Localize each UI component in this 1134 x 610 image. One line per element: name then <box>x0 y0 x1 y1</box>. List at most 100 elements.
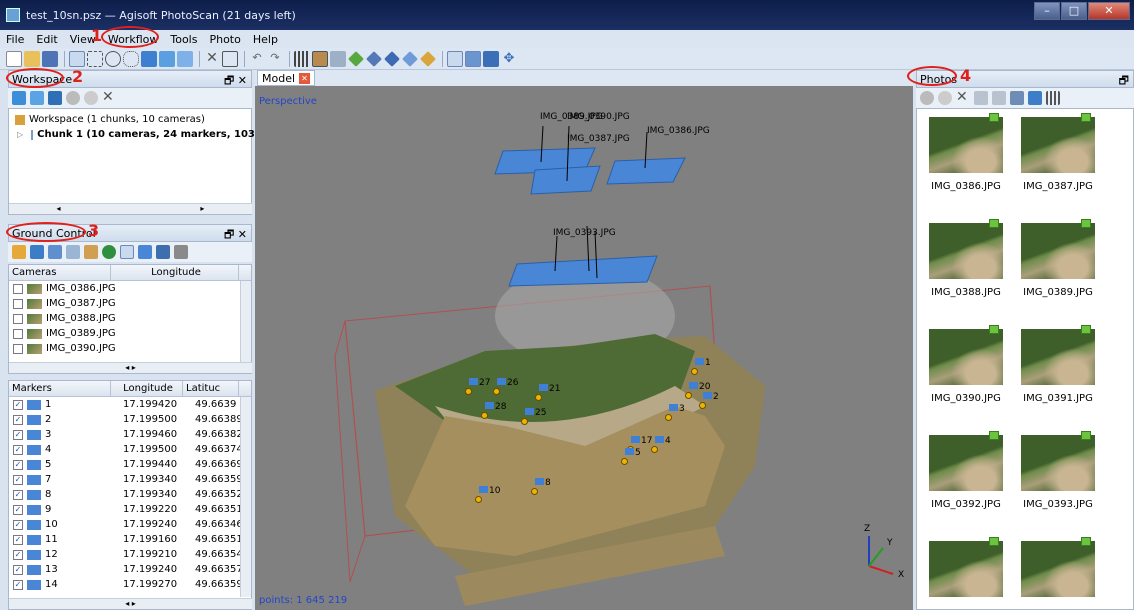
view-estimated-icon[interactable] <box>120 245 134 259</box>
wireframe-icon[interactable] <box>330 50 346 67</box>
marker-checkbox[interactable]: ✓ <box>13 564 23 575</box>
show-cameras-icon[interactable] <box>447 50 463 67</box>
resize-region-icon[interactable] <box>177 50 193 67</box>
marker-checkbox[interactable]: ✓ <box>13 549 23 560</box>
cameras-hscroll[interactable]: ◂ ▸ <box>9 362 252 373</box>
camera-checkbox[interactable] <box>13 298 23 309</box>
camera-checkbox[interactable] <box>13 343 23 354</box>
crop-selection-icon[interactable] <box>222 50 238 67</box>
photo-thumbnail[interactable] <box>929 219 1003 279</box>
markers-vscroll[interactable] <box>240 397 251 597</box>
marker-row[interactable]: ✓ 11 17.199160 49.66351 <box>9 532 251 547</box>
marker-checkbox[interactable]: ✓ <box>13 504 23 515</box>
camera-row[interactable]: IMG_0386.JPG <box>9 281 251 296</box>
marker-pin[interactable]: 28 <box>481 402 511 420</box>
save-gc-icon[interactable] <box>48 245 62 259</box>
photo-thumbnail[interactable] <box>1021 325 1095 385</box>
markers-hscroll[interactable]: ◂ ▸ <box>9 598 252 609</box>
textured-icon[interactable] <box>384 50 400 67</box>
marker-row[interactable]: ✓ 8 17.199340 49.66352 <box>9 487 251 502</box>
add-folder-icon[interactable] <box>48 91 62 105</box>
marker-pin[interactable]: 10 <box>475 486 505 504</box>
marker-checkbox[interactable]: ✓ <box>13 414 23 425</box>
marker-checkbox[interactable]: ✓ <box>13 399 23 410</box>
marker-checkbox[interactable]: ✓ <box>13 534 23 545</box>
marker-checkbox[interactable]: ✓ <box>13 579 23 590</box>
camera-row[interactable]: IMG_0389.JPG <box>9 326 251 341</box>
marker-row[interactable]: ✓ 3 17.199460 49.66382 <box>9 427 251 442</box>
marker-row[interactable]: ✓ 12 17.199210 49.66354 <box>9 547 251 562</box>
delete-selection-icon[interactable]: ✕ <box>204 51 220 67</box>
camera-row[interactable]: IMG_0390.JPG <box>9 341 251 356</box>
menu-tools[interactable]: Tools <box>164 33 203 46</box>
photo-thumbnail[interactable] <box>929 537 1003 597</box>
panel-controls[interactable]: 🗗 ✕ <box>224 226 247 245</box>
settings-pen-icon[interactable] <box>84 245 98 259</box>
marker-checkbox[interactable]: ✓ <box>13 489 23 500</box>
optimize-icon[interactable] <box>156 245 170 259</box>
marker-pin[interactable]: 1 <box>691 358 721 376</box>
undo-icon[interactable]: ↶ <box>249 51 265 67</box>
marker-row[interactable]: ✓ 4 17.199500 49.66374 <box>9 442 251 457</box>
chunk-item[interactable]: ▷ Chunk 1 (10 cameras, 24 markers, 10379… <box>9 127 286 142</box>
col-marker-longitude[interactable]: Longitude <box>111 381 183 396</box>
gc-settings-icon[interactable] <box>174 245 188 259</box>
add-chunk-icon[interactable] <box>12 91 26 105</box>
open-icon[interactable] <box>24 50 40 67</box>
menu-help[interactable]: Help <box>247 33 284 46</box>
rotate-right-icon[interactable] <box>992 91 1006 105</box>
expand-arrow-icon[interactable]: ▷ <box>17 130 23 139</box>
marker-row[interactable]: ✓ 2 17.199500 49.66389 <box>9 412 251 427</box>
maximize-button[interactable]: □ <box>1061 2 1087 20</box>
marker-row[interactable]: ✓ 10 17.199240 49.66346 <box>9 517 251 532</box>
camera-checkbox[interactable] <box>13 313 23 324</box>
photo-thumbnail[interactable] <box>1021 431 1095 491</box>
shaded-icon[interactable] <box>348 50 364 67</box>
workspace-hscroll[interactable]: ◂ ▸ <box>9 203 252 214</box>
panel-float-control[interactable]: 🗗 <box>1119 72 1129 91</box>
camera-checkbox[interactable] <box>13 283 23 294</box>
marker-checkbox[interactable]: ✓ <box>13 444 23 455</box>
photo-thumbnail[interactable] <box>929 431 1003 491</box>
marker-pin[interactable]: 8 <box>531 478 561 496</box>
marker-row[interactable]: ✓ 9 17.199220 49.66351 <box>9 502 251 517</box>
marker-pin[interactable]: 25 <box>521 408 551 426</box>
rotate-left-icon[interactable] <box>974 91 988 105</box>
reset-view-icon[interactable]: ✥ <box>501 51 517 67</box>
show-masks-icon[interactable] <box>1028 91 1042 105</box>
camera-row[interactable]: IMG_0388.JPG <box>9 311 251 326</box>
marker-pin[interactable]: 3 <box>665 404 695 422</box>
photo-thumbnail[interactable] <box>1021 537 1095 597</box>
camera-row[interactable]: IMG_0387.JPG <box>9 296 251 311</box>
menu-photo[interactable]: Photo <box>203 33 246 46</box>
model-viewport[interactable]: Perspective IMG_0389.JPG IMG_0390.JPG IM… <box>255 86 913 610</box>
dense-cloud-icon[interactable] <box>312 50 328 67</box>
marker-pin[interactable]: 27 <box>465 378 495 396</box>
show-markers-icon[interactable] <box>465 50 481 67</box>
point-cloud-icon[interactable] <box>294 50 310 67</box>
tab-model[interactable]: Model ✕ <box>257 70 316 86</box>
add-photos-icon[interactable] <box>30 91 44 105</box>
view-source-icon[interactable] <box>66 245 80 259</box>
col-marker-latitude[interactable]: Latituc <box>183 381 239 396</box>
marker-pin[interactable]: 5 <box>621 448 651 466</box>
marker-pin[interactable]: 21 <box>535 384 565 402</box>
disable-photo-icon[interactable] <box>938 91 952 105</box>
marker-checkbox[interactable]: ✓ <box>13 459 23 470</box>
redo-icon[interactable]: ↷ <box>267 51 283 67</box>
marker-row[interactable]: ✓ 13 17.199240 49.66357 <box>9 562 251 577</box>
enable-photo-icon[interactable] <box>920 91 934 105</box>
view-errors-icon[interactable] <box>138 245 152 259</box>
marker-row[interactable]: ✓ 1 17.199420 49.6639 <box>9 397 251 412</box>
col-longitude[interactable]: Longitude <box>111 265 239 280</box>
marker-pin[interactable]: 2 <box>699 392 729 410</box>
cameras-vscroll[interactable] <box>240 281 251 363</box>
enable-icon[interactable] <box>66 91 80 105</box>
view-mode-icon[interactable] <box>1046 91 1060 105</box>
menu-file[interactable]: File <box>0 33 30 46</box>
reset-filter-icon[interactable] <box>1010 91 1024 105</box>
tiled-icon[interactable] <box>402 50 418 67</box>
marker-row[interactable]: ✓ 14 17.199270 49.66359 <box>9 577 251 592</box>
marker-checkbox[interactable]: ✓ <box>13 429 23 440</box>
marker-pin[interactable]: 26 <box>493 378 523 396</box>
